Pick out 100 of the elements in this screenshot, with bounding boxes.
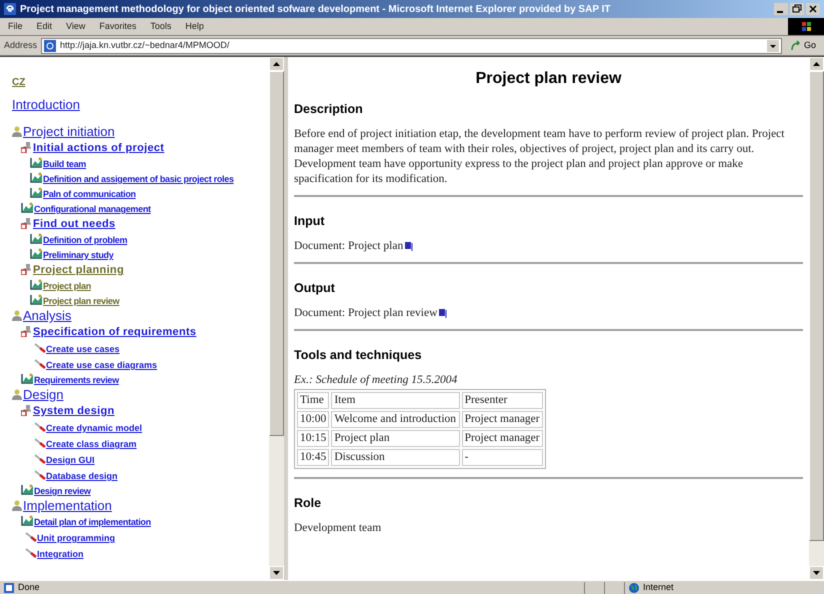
- table-cell: Presenter: [462, 392, 543, 409]
- menu-item[interactable]: Help: [185, 20, 204, 34]
- wrench-icon: [34, 470, 46, 480]
- minimize-icon[interactable]: [774, 3, 788, 15]
- chart-icon: [21, 484, 34, 495]
- menu-item[interactable]: File: [8, 20, 23, 34]
- nav-link[interactable]: Project planning: [33, 265, 124, 276]
- nav-link[interactable]: Preliminary study: [43, 251, 114, 260]
- chart-icon: [30, 157, 43, 168]
- nav-link[interactable]: Configurational management: [34, 205, 151, 214]
- chart-icon: [30, 279, 43, 290]
- person-icon: [12, 126, 23, 137]
- close-icon[interactable]: [806, 3, 820, 15]
- nav-link[interactable]: CZ: [12, 77, 26, 88]
- nav-link[interactable]: Requirements review: [34, 376, 119, 385]
- nav-link[interactable]: Specification of requirements: [33, 327, 196, 338]
- nav-link[interactable]: Create use case diagrams: [46, 361, 158, 370]
- menu-item[interactable]: Favorites: [99, 20, 136, 34]
- wrench-icon: [34, 454, 46, 464]
- nav-link[interactable]: Paln of communication: [43, 190, 136, 199]
- window-title: Project management methodology for object oriented sofware development - Microsoft Internet Explorer provided by SAP IT: [20, 2, 612, 16]
- nav-link[interactable]: Introduction: [12, 97, 80, 112]
- scrollbar[interactable]: [269, 57, 284, 580]
- wrench-icon: [25, 548, 37, 558]
- paragraph: Development team: [294, 521, 382, 536]
- chart-icon: [30, 172, 43, 183]
- table-cell: Welcome and introduction: [331, 411, 460, 428]
- hierarchy-icon: [21, 326, 33, 337]
- go-button[interactable]: Go: [786, 38, 820, 52]
- chart-icon: [30, 248, 43, 259]
- table-cell: Project manager: [462, 430, 543, 447]
- page-title: Project plan review: [474, 69, 622, 89]
- wrench-icon: [34, 438, 46, 448]
- hierarchy-icon: [21, 264, 33, 275]
- chart-icon: [21, 373, 34, 384]
- menu-item[interactable]: Edit: [36, 20, 52, 34]
- scrollbar[interactable]: [809, 57, 824, 580]
- table-cell: -: [462, 449, 543, 466]
- nav-link[interactable]: Find out needs: [33, 219, 116, 230]
- scroll-down-icon[interactable]: [813, 571, 820, 575]
- person-icon: [12, 389, 23, 400]
- nav-link[interactable]: Design: [23, 388, 64, 401]
- hierarchy-icon: [21, 218, 33, 229]
- nav-link[interactable]: Project plan review: [43, 297, 120, 306]
- table-cell: Time: [297, 392, 330, 409]
- address-field[interactable]: http://jaja.kn.vutbr.cz/~bednar4/MPMOOD/: [41, 38, 782, 54]
- restore-icon[interactable]: [790, 3, 804, 15]
- document-icon[interactable]: [439, 308, 448, 318]
- wrench-icon: [34, 343, 46, 353]
- table-cell: Item: [331, 392, 460, 409]
- wrench-icon: [25, 532, 37, 542]
- scroll-down-icon[interactable]: [273, 571, 280, 575]
- browser-icon: [4, 3, 16, 15]
- chart-icon: [21, 515, 34, 526]
- paragraph: Before end of project initiation etap, the development team have to perform review of project plan. Project manager meet members of team with their roles, objectives of project, project plan and its carry out. Development team have opportunity express to the project plan and project plan approve or make spacification for its modification.: [294, 127, 786, 187]
- table-cell: 10:45: [297, 449, 330, 466]
- nav-link[interactable]: Create class diagram: [46, 440, 137, 449]
- nav-link[interactable]: Project initiation: [23, 125, 115, 138]
- nav-link[interactable]: Design GUI: [46, 456, 95, 465]
- nav-link[interactable]: Create dynamic model: [46, 424, 142, 433]
- table-caption: Ex.: Schedule of meeting 15.5.2004: [294, 373, 458, 388]
- document-icon[interactable]: [405, 242, 414, 252]
- person-icon: [12, 500, 23, 511]
- nav-link[interactable]: Build team: [43, 160, 86, 169]
- page-icon: [44, 40, 56, 52]
- scroll-up-icon[interactable]: [813, 62, 820, 66]
- person-icon: [12, 310, 23, 321]
- wrench-icon: [34, 359, 46, 369]
- chart-icon: [30, 233, 43, 244]
- dropdown-icon[interactable]: [766, 40, 779, 52]
- nav-link[interactable]: Integration: [37, 550, 84, 559]
- nav-link[interactable]: Create use cases: [46, 345, 120, 354]
- address-label: Address: [4, 38, 38, 52]
- nav-link[interactable]: Initial actions of project: [33, 143, 164, 154]
- nav-link[interactable]: Definition of problem: [43, 236, 128, 245]
- nav-link[interactable]: Design review: [34, 487, 91, 496]
- globe-icon: [629, 582, 639, 592]
- chart-icon: [30, 294, 43, 305]
- zone-label: Internet: [643, 580, 674, 594]
- windows-logo-icon: [788, 18, 824, 35]
- table-cell: 10:00: [297, 411, 330, 428]
- nav-link[interactable]: Detail plan of implementation: [34, 518, 151, 527]
- chart-icon: [30, 187, 43, 198]
- nav-link[interactable]: Unit programming: [37, 534, 115, 543]
- nav-link[interactable]: Definition and assigement of basic project roles: [43, 175, 234, 184]
- table-cell: Project plan: [331, 430, 460, 447]
- nav-link[interactable]: System design: [33, 406, 115, 417]
- nav-link[interactable]: Project plan: [43, 282, 91, 291]
- nav-link[interactable]: Analysis: [23, 309, 72, 322]
- table-cell: Project manager: [462, 411, 543, 428]
- nav-link[interactable]: Implementation: [23, 499, 112, 512]
- chart-icon: [21, 202, 34, 213]
- nav-link[interactable]: Database design: [46, 472, 118, 481]
- section-heading: Description: [294, 101, 364, 117]
- menu-item[interactable]: Tools: [150, 20, 172, 34]
- page-icon: [4, 582, 14, 592]
- menu-item[interactable]: View: [66, 20, 86, 34]
- hierarchy-icon: [21, 142, 33, 153]
- table-cell: Discussion: [331, 449, 460, 466]
- scroll-up-icon[interactable]: [273, 62, 280, 66]
